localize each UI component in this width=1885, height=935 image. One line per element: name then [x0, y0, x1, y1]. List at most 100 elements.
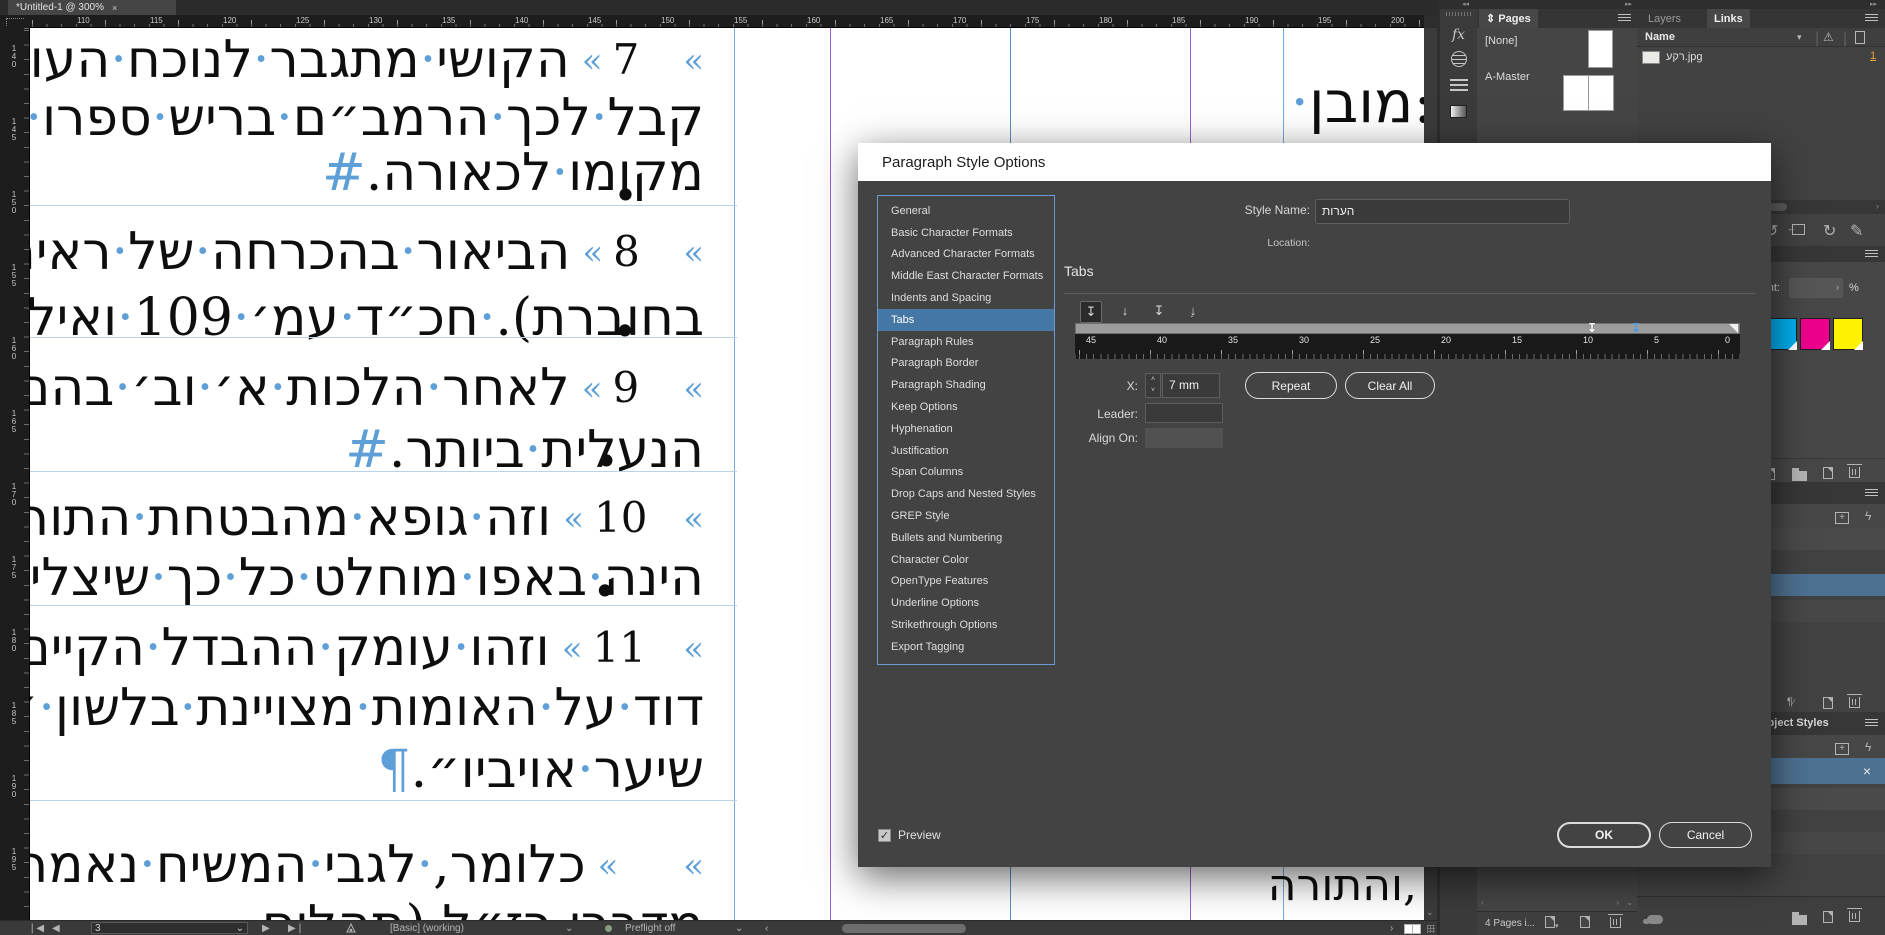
swatch-magenta[interactable]	[1800, 318, 1830, 350]
new-group-folder-icon[interactable]	[1792, 912, 1807, 930]
x-value-input[interactable]: 7 mm	[1162, 373, 1220, 398]
sidebar-item-hyphenation[interactable]: Hyphenation	[878, 418, 1054, 440]
dialog-sidebar-list[interactable]: General Basic Character Formats Advanced C…	[877, 195, 1055, 665]
page-transition-icon[interactable]: ▾	[1545, 916, 1559, 931]
last-page-button[interactable]: ▶❘	[288, 922, 304, 935]
sidebar-item-paragraph-rules[interactable]: Paragraph Rules	[878, 331, 1054, 353]
text-line[interactable]: מדברי·רז״ל·(תהלים	[30, 895, 704, 920]
link-page-number[interactable]: 1	[1870, 50, 1876, 62]
sidebar-item-export-tagging[interactable]: Export Tagging	[878, 636, 1054, 658]
indent-marker[interactable]	[1729, 324, 1738, 333]
clear-overrides-x-icon[interactable]: ×	[1863, 763, 1871, 779]
panel-menu-icon[interactable]	[1865, 14, 1878, 23]
close-icon[interactable]: ×	[112, 3, 117, 13]
swatch-cyan[interactable]	[1767, 318, 1797, 350]
trash-icon[interactable]	[1847, 694, 1862, 713]
sidebar-item-drop-caps-and-nested-styles[interactable]: Drop Caps and Nested Styles	[878, 483, 1054, 505]
gradient-icon[interactable]	[1440, 105, 1477, 118]
tab-stop-marker[interactable]: ↧	[1587, 321, 1597, 335]
trash-icon[interactable]	[1608, 914, 1623, 931]
text-line[interactable]: לאחר·הלכות·א׳·וב׳·בהם·נתבאר « • 9 «	[30, 307, 704, 416]
style-name-input[interactable]: הערות	[1315, 199, 1570, 224]
stroke-icon[interactable]	[1440, 79, 1477, 91]
chevron-down-icon[interactable]: ⌄	[735, 922, 743, 935]
sidebar-item-span-columns[interactable]: Span Columns	[878, 462, 1054, 484]
collapse-left-icon[interactable]: ◂◂	[1462, 0, 1469, 8]
vertical-ruler[interactable]: 1 4 0 1 4 5 1 5 0 1 5 5 1 6 0 1 6 5 1 7 0 1 7 5…	[0, 28, 30, 935]
tab-pages[interactable]: ⇕ Pages	[1479, 9, 1538, 28]
text-line[interactable]: וזה·גופא·מהבטחת·התורה·בפרש«• 10«	[30, 437, 704, 546]
first-page-button[interactable]: ❘◀	[28, 922, 44, 935]
sidebar-item-bullets-and-numbering[interactable]: Bullets and Numbering	[878, 527, 1054, 549]
tab-links[interactable]: Links	[1707, 9, 1750, 28]
trash-icon[interactable]	[1847, 908, 1862, 927]
text-line[interactable]: שיער·אויביו״.¶	[30, 740, 704, 798]
ok-button[interactable]: OK	[1557, 822, 1651, 848]
create-style-icon[interactable]: +	[1835, 738, 1849, 756]
relink-icon[interactable]	[1787, 222, 1805, 240]
sidebar-item-keep-options[interactable]: Keep Options	[878, 396, 1054, 418]
update-link-icon[interactable]: ↻	[1823, 221, 1836, 241]
panel-grip[interactable]	[1446, 12, 1471, 16]
trash-icon[interactable]	[1847, 464, 1862, 483]
tab-align-left-button[interactable]: ↧	[1080, 301, 1102, 323]
hebrew-text-column[interactable]: הקושי·מתגבר·לנוכח·העובדה·שא « • 7 « קבל·לכך·…	[30, 28, 704, 920]
repeat-button[interactable]: Repeat	[1245, 372, 1337, 399]
new-page-icon[interactable]	[1580, 916, 1590, 931]
preview-checkbox[interactable]: ✓	[878, 828, 891, 842]
sidebar-item-paragraph-border[interactable]: Paragraph Border	[878, 353, 1054, 375]
x-stepper[interactable]: ˄ ˅	[1145, 373, 1161, 398]
frame-edge-guide[interactable]	[734, 28, 735, 920]
edit-original-icon[interactable]: ✎	[1850, 221, 1863, 241]
right-column-text[interactable]: והתורה,	[1268, 860, 1417, 911]
cc-libraries-icon[interactable]	[1643, 911, 1663, 929]
horizontal-scrollbar-thumb[interactable]	[842, 924, 966, 933]
next-page-button[interactable]: ▶	[262, 922, 270, 935]
page-number-field[interactable]: 3 ⌄	[91, 922, 248, 934]
document-tab[interactable]: *Untitled-1 @ 300% ×	[8, 0, 176, 15]
create-style-icon[interactable]: +	[1835, 507, 1849, 525]
text-line[interactable]: כלומר,·לגבי·המשיח·נאמר·הלשון « «	[30, 835, 704, 893]
tab-align-decimal-button[interactable]: ↓̣	[1182, 301, 1204, 323]
scroll-left-icon[interactable]: ‹	[765, 922, 768, 935]
master-a-label[interactable]: A-Master	[1485, 71, 1530, 83]
spread-view-icon[interactable]	[1404, 924, 1421, 934]
grid-view-icon[interactable]	[1427, 925, 1435, 933]
collapse-right-icon[interactable]: ▸▸	[1870, 0, 1877, 8]
sidebar-item-justification[interactable]: Justification	[878, 440, 1054, 462]
quick-apply-icon[interactable]: ϟ	[1865, 509, 1871, 523]
scroll-down-icon[interactable]: ⌄	[1426, 907, 1434, 918]
pages-panel-scrollbar[interactable]: ‹ › ⌄	[1477, 898, 1637, 911]
tab-align-right-button[interactable]: ↧	[1148, 301, 1170, 323]
panel-menu-icon[interactable]	[1865, 250, 1878, 259]
cancel-button[interactable]: Cancel	[1659, 822, 1752, 848]
sidebar-item-tabs[interactable]: Tabs	[878, 308, 1054, 331]
scroll-right-icon[interactable]: ›	[1616, 898, 1619, 907]
chevron-down-icon[interactable]: ⌄	[565, 922, 573, 935]
panel-menu-icon[interactable]	[1865, 489, 1878, 498]
tab-align-center-button[interactable]: ↓	[1114, 301, 1136, 323]
scroll-down-icon[interactable]: ⌄	[1626, 898, 1633, 907]
leader-input[interactable]	[1145, 403, 1223, 423]
sidebar-item-middle-east-character-formats[interactable]: Middle East Character Formats	[878, 265, 1054, 287]
tab-layers[interactable]: Layers	[1641, 9, 1688, 28]
text-line[interactable]: דוד·על·האומות·מצויינת·בלשון·״	[30, 678, 704, 736]
sidebar-item-character-color[interactable]: Character Color	[878, 549, 1054, 571]
links-name-column-header[interactable]: Name	[1645, 31, 1675, 43]
column-guide[interactable]	[830, 28, 831, 920]
tint-dropdown[interactable]: ›	[1789, 278, 1843, 298]
scroll-right-icon[interactable]: ›	[1390, 922, 1393, 935]
previous-page-button[interactable]: ◀	[52, 922, 60, 935]
sidebar-item-underline-options[interactable]: Underline Options	[878, 592, 1054, 614]
master-a-thumbnail[interactable]	[1563, 75, 1614, 111]
chevron-down-icon[interactable]: ⌄	[236, 923, 244, 934]
workspace-dropdown[interactable]: [Basic] (working)	[390, 922, 464, 935]
link-row[interactable]: רקע.jpg 1	[1637, 47, 1885, 68]
right-column-heading[interactable]: ·מובן:	[1290, 68, 1424, 136]
text-line[interactable]: קבל·לכך·הרמב״ם·בריש·ספרו·–	[30, 88, 704, 146]
sidebar-item-opentype-features[interactable]: OpenType Features	[878, 571, 1054, 593]
dialog-title-bar[interactable]: Paragraph Style Options	[858, 143, 1771, 181]
new-style-icon[interactable]	[1823, 910, 1833, 928]
scroll-left-icon[interactable]: ‹	[1481, 898, 1484, 907]
sidebar-item-basic-character-formats[interactable]: Basic Character Formats	[878, 222, 1054, 244]
